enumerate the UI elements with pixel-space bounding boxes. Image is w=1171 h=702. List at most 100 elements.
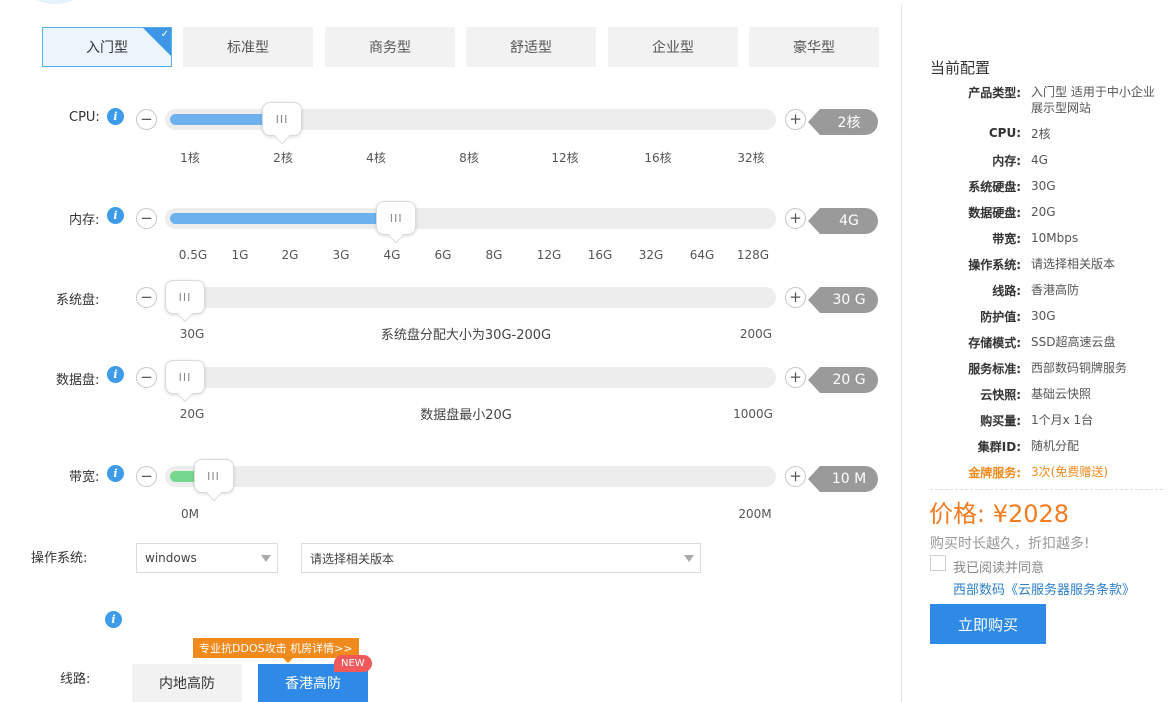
summary-value: 20G [1031, 205, 1056, 219]
cpu-tick: 8核 [459, 151, 479, 165]
system-disk-hint: 系统盘分配大小为30G-200G [380, 328, 552, 343]
grip-icon: III [178, 290, 192, 304]
tab-luxury[interactable]: 豪华型 [749, 27, 879, 67]
ddos-promo-link[interactable]: 专业抗DDOS攻击 机房详情>> [193, 638, 359, 663]
cpu-slider-track[interactable] [165, 109, 776, 130]
summary-key: 云快照: [980, 388, 1021, 402]
system-disk-value-tag: 30 G [808, 287, 878, 313]
os-select[interactable]: windows [136, 543, 278, 573]
summary-row: 操作系统: 请选择相关版本 [930, 256, 1160, 273]
check-icon: ✓ [160, 29, 169, 40]
summary-row: 服务标准: 西部数码铜牌服务 [930, 360, 1160, 377]
summary-row: 购买量: 1个月x 1台 [930, 412, 1160, 429]
bandwidth-slider-handle[interactable]: III [193, 459, 234, 493]
cpu-minus-button[interactable]: − [136, 109, 157, 130]
data-disk-hint: 数据盘最小20G [420, 408, 512, 423]
info-icon[interactable]: i [107, 366, 124, 383]
agree-checkbox[interactable] [930, 555, 946, 571]
info-icon[interactable]: i [107, 207, 124, 224]
line-option-mainland[interactable]: 内地高防 [132, 664, 242, 702]
memory-tick: 64G [689, 248, 715, 262]
summary-key: CPU: [988, 126, 1021, 140]
data-disk-plus-button[interactable]: + [785, 367, 806, 388]
summary-row: 防护值: 30G [930, 308, 1160, 325]
info-icon[interactable]: i [105, 611, 122, 628]
os-label: 操作系统: [31, 551, 88, 566]
memory-tick: 3G [332, 248, 350, 262]
new-badge: NEW [334, 655, 372, 672]
tab-label: 入门型 [86, 40, 128, 56]
info-icon[interactable]: i [107, 465, 124, 482]
system-disk-plus-button[interactable]: + [785, 287, 806, 308]
memory-tick: 0.5G [178, 248, 208, 262]
memory-slider-track[interactable] [165, 208, 776, 229]
tab-enterprise[interactable]: 企业型 [608, 27, 738, 67]
system-disk-max: 200G [739, 327, 773, 341]
cpu-tick: 1核 [180, 151, 200, 165]
summary-key: 系统硬盘: [968, 180, 1021, 194]
summary-row: CPU: 2核 [930, 126, 1160, 142]
summary-value: 1个月x 1台 [1031, 413, 1094, 427]
bandwidth-plus-button[interactable]: + [785, 466, 806, 487]
system-disk-slider-track[interactable] [165, 287, 776, 308]
summary-row: 产品类型: 入门型 适用于中小企业展示型网站 [930, 84, 1160, 116]
bandwidth-slider-track[interactable] [165, 466, 776, 487]
memory-slider-handle[interactable]: III [376, 201, 417, 235]
summary-row-gold-service: 金牌服务: 3次(免费赠送) [930, 464, 1160, 481]
os-version-value: 请选择相关版本 [310, 551, 395, 566]
summary-key: 产品类型: [968, 86, 1021, 100]
cpu-slider-handle[interactable]: III [262, 102, 303, 136]
memory-tick: 4G [383, 248, 401, 262]
summary-value: 3次(免费赠送) [1031, 465, 1108, 479]
summary-value: 2核 [1031, 127, 1051, 141]
memory-slider-fill [170, 213, 397, 224]
tab-label: 舒适型 [510, 40, 552, 56]
data-disk-minus-button[interactable]: − [136, 367, 157, 388]
summary-key: 线路: [992, 284, 1021, 298]
system-disk-slider-handle[interactable]: III [165, 280, 205, 314]
cpu-label: CPU: [69, 110, 100, 125]
data-disk-value-tag: 20 G [808, 367, 878, 393]
tab-comfort[interactable]: 舒适型 [466, 27, 596, 67]
data-disk-slider-track[interactable] [165, 367, 776, 388]
buy-now-button[interactable]: 立即购买 [930, 604, 1046, 644]
tab-entry[interactable]: 入门型 ✓ [42, 27, 172, 67]
summary-key: 金牌服务: [968, 466, 1021, 480]
summary-value: 基础云快照 [1031, 387, 1092, 401]
tab-business[interactable]: 商务型 [325, 27, 455, 67]
summary-key: 数据硬盘: [968, 206, 1021, 220]
summary-value: 30G [1031, 179, 1056, 193]
summary-value: 4G [1031, 153, 1048, 167]
summary-key: 操作系统: [968, 258, 1021, 272]
tab-label: 企业型 [652, 40, 694, 56]
summary-value: 10Mbps [1031, 231, 1079, 245]
cpu-plus-button[interactable]: + [785, 109, 806, 130]
summary-key: 服务标准: [968, 362, 1021, 376]
memory-plus-button[interactable]: + [785, 208, 806, 229]
memory-minus-button[interactable]: − [136, 208, 157, 229]
terms-link[interactable]: 西部数码《云服务器服务条款》 [953, 579, 1135, 598]
os-version-select[interactable]: 请选择相关版本 [301, 543, 701, 573]
agree-label: 我已阅读并同意 [953, 561, 1045, 576]
chevron-down-icon [684, 555, 694, 562]
memory-tick: 6G [434, 248, 452, 262]
data-disk-max: 1000G [733, 407, 773, 421]
memory-tick: 2G [281, 248, 299, 262]
system-disk-minus-button[interactable]: − [136, 287, 157, 308]
os-select-value: windows [145, 551, 197, 565]
bandwidth-minus-button[interactable]: − [136, 466, 157, 487]
data-disk-label: 数据盘: [56, 373, 100, 388]
data-disk-slider-handle[interactable]: III [165, 360, 205, 394]
summary-key: 存储模式: [968, 336, 1021, 350]
tab-label: 豪华型 [793, 40, 835, 56]
summary-key: 内存: [992, 154, 1021, 168]
tab-standard[interactable]: 标准型 [183, 27, 313, 67]
decorative-bubble [30, 0, 80, 4]
summary-value: 30G [1031, 309, 1056, 323]
summary-key: 购买量: [980, 414, 1021, 428]
summary-key: 防护值: [980, 310, 1021, 324]
bandwidth-label: 带宽: [69, 470, 100, 485]
info-icon[interactable]: i [107, 108, 124, 125]
summary-title: 当前配置 [930, 59, 991, 77]
cpu-tick: 2核 [273, 151, 293, 165]
